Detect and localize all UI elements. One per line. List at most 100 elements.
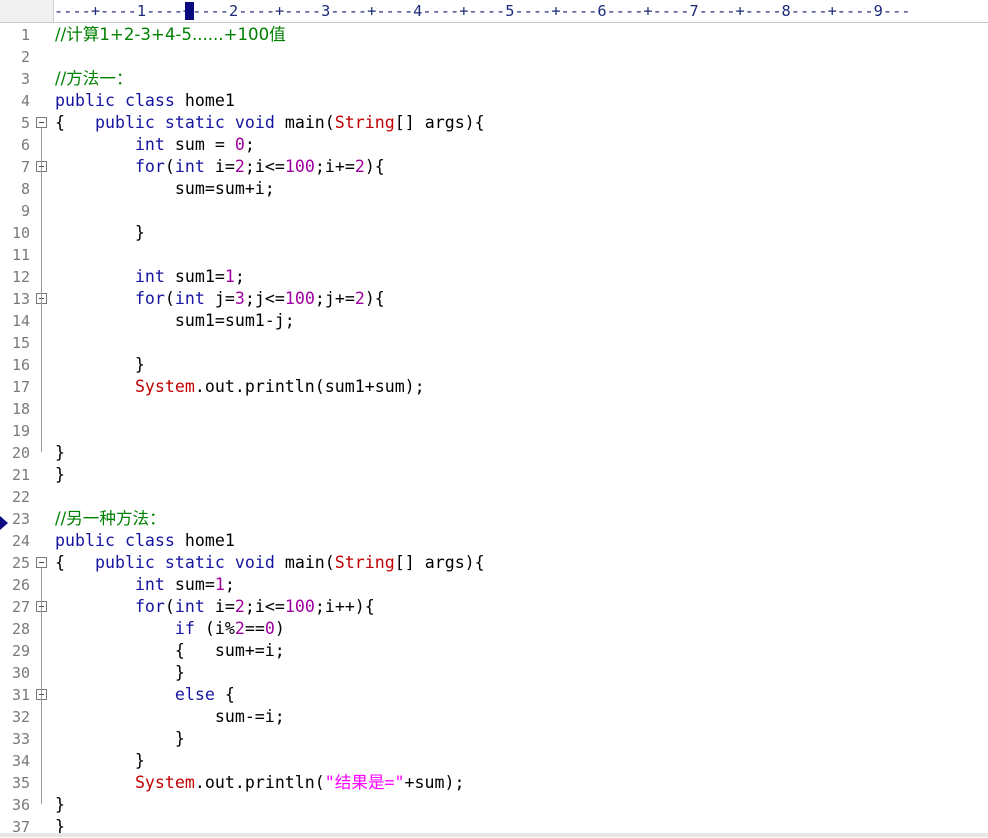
code-text: else {: [55, 684, 235, 706]
code-token: {: [214, 685, 235, 704]
fold-guide: [41, 304, 42, 364]
code-line[interactable]: 6 int sum = 0;: [0, 134, 988, 156]
line-number: 14: [11, 312, 30, 330]
code-line[interactable]: 3 //方法一：: [0, 68, 988, 90]
code-line[interactable]: 23//另一种方法：: [0, 508, 988, 530]
code-line[interactable]: 25 { public static void main(String[] arg…: [0, 552, 988, 574]
code-token: 100: [284, 289, 315, 308]
code-token: int: [134, 267, 165, 286]
code-token: [] args){: [394, 113, 485, 132]
code-line[interactable]: 32 sum-=i;: [0, 706, 988, 728]
code-line[interactable]: 1 //计算1+2-3+4-5......+100值: [0, 24, 988, 46]
code-line[interactable]: 8 sum=sum+i;: [0, 178, 988, 200]
code-line[interactable]: 17 System.out.println(sum1+sum);: [0, 376, 988, 398]
ruler-gutter: [0, 0, 54, 22]
line-number: 35: [11, 774, 30, 792]
code-token: 0: [264, 619, 275, 638]
code-line[interactable]: 33 }: [0, 728, 988, 750]
code-token: ;j+=: [314, 289, 355, 308]
fold-toggle-icon[interactable]: [36, 557, 47, 568]
ruler-scale: ----+----1----+----2----+----3----+----4…: [54, 2, 911, 20]
line-number: 11: [11, 246, 30, 264]
code-line[interactable]: 18: [0, 398, 988, 420]
code-token: (i%: [194, 619, 235, 638]
code-token: 100: [284, 157, 315, 176]
code-token: +sum);: [404, 773, 465, 792]
code-token: ): [274, 619, 285, 638]
code-text: for(int j=3;j<=100;j+=2){: [55, 288, 385, 310]
code-text: if (i%2==0): [55, 618, 285, 640]
code-line[interactable]: 28 if (i%2==0): [0, 618, 988, 640]
code-line[interactable]: 16 }: [0, 354, 988, 376]
code-token: ;i<=: [244, 157, 285, 176]
code-line[interactable]: 27 for(int i=2;i<=100;i++){: [0, 596, 988, 618]
code-token: ){: [364, 289, 385, 308]
code-line[interactable]: 10 }: [0, 222, 988, 244]
code-line[interactable]: 2: [0, 46, 988, 68]
code-token: main(: [274, 553, 335, 572]
code-line[interactable]: 29 { sum+=i;: [0, 640, 988, 662]
code-token: sum=sum+i;: [55, 179, 275, 198]
code-token: class: [124, 91, 175, 110]
code-text: }: [55, 728, 185, 750]
code-token: //计算1+2-3+4-5......+100值: [55, 25, 286, 44]
line-number: 26: [11, 576, 30, 594]
code-line[interactable]: 19: [0, 420, 988, 442]
ruler-caret-marker[interactable]: [185, 2, 194, 20]
line-number: 10: [11, 224, 30, 242]
code-token: 3: [234, 289, 245, 308]
code-line[interactable]: 24 public class home1: [0, 530, 988, 552]
line-number: 30: [11, 664, 30, 682]
code-token: 2: [234, 597, 245, 616]
code-token: .out.println(sum1+sum);: [194, 377, 425, 396]
code-token: sum1=: [164, 267, 225, 286]
code-line[interactable]: 34 }: [0, 750, 988, 772]
code-token: }: [55, 223, 145, 242]
code-token: {: [55, 553, 95, 572]
code-line[interactable]: 14 sum1=sum1-j;: [0, 310, 988, 332]
code-token: 1: [214, 575, 225, 594]
code-editor[interactable]: 1 //计算1+2-3+4-5......+100值 2 3 //方法一： 4 public…: [0, 24, 988, 837]
code-text: }: [55, 750, 145, 772]
fold-guide: [41, 172, 42, 232]
code-line[interactable]: 15: [0, 332, 988, 354]
code-line[interactable]: 26 int sum=1;: [0, 574, 988, 596]
code-line[interactable]: 4 public class home1: [0, 90, 988, 112]
code-text: }: [55, 794, 65, 816]
code-line[interactable]: 9: [0, 200, 988, 222]
code-text: { public static void main(String[] args)…: [55, 112, 485, 134]
code-line[interactable]: 36}: [0, 794, 988, 816]
code-line[interactable]: 35 System.out.println("结果是="+sum);: [0, 772, 988, 794]
code-line[interactable]: 21}: [0, 464, 988, 486]
line-number: 18: [11, 400, 30, 418]
code-line[interactable]: 13 for(int j=3;j<=100;j+=2){: [0, 288, 988, 310]
code-line[interactable]: 22: [0, 486, 988, 508]
line-number: 34: [11, 752, 30, 770]
code-token: ;j<=: [244, 289, 285, 308]
fold-toggle-icon[interactable]: [36, 117, 47, 128]
line-number: 22: [11, 488, 30, 506]
code-line[interactable]: 12 int sum1=1;: [0, 266, 988, 288]
code-token: String: [334, 113, 395, 132]
line-number: 17: [11, 378, 30, 396]
code-line[interactable]: 31 else {: [0, 684, 988, 706]
line-number: 9: [20, 202, 30, 220]
code-token: public: [94, 113, 155, 132]
code-line[interactable]: 20}: [0, 442, 988, 464]
code-token: }: [55, 729, 185, 748]
code-line[interactable]: 11: [0, 244, 988, 266]
line-number: 16: [11, 356, 30, 374]
code-token: sum =: [164, 135, 235, 154]
code-line[interactable]: 7 for(int i=2;i<=100;i+=2){: [0, 156, 988, 178]
code-line[interactable]: 30 }: [0, 662, 988, 684]
code-line[interactable]: 5 { public static void main(String[] args…: [0, 112, 988, 134]
horizontal-scrollbar[interactable]: [0, 833, 988, 837]
